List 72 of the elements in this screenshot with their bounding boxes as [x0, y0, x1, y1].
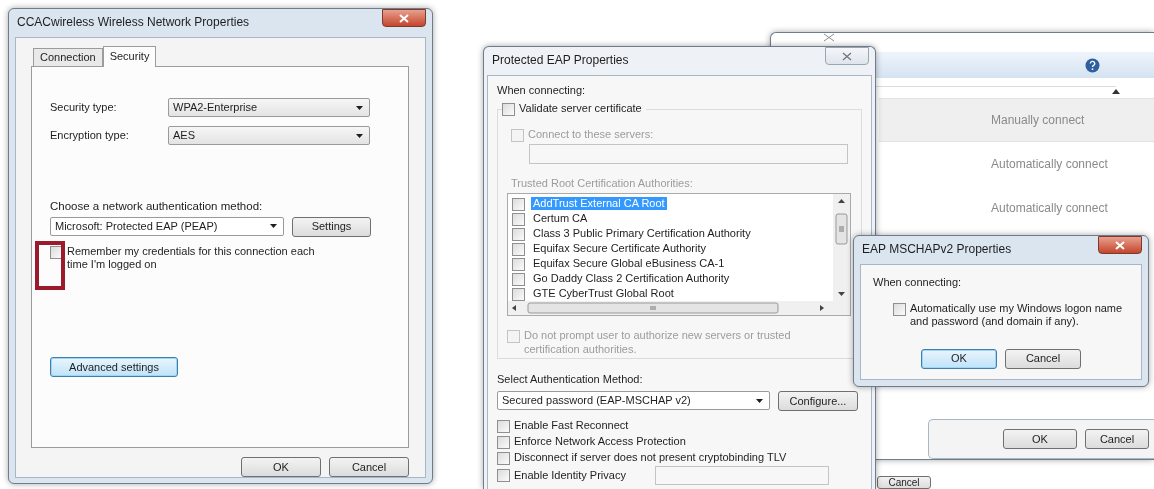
dialog-button[interactable]: Advanced settings: [50, 357, 178, 378]
connection-status: Manually connect: [991, 112, 1085, 128]
dropdown-arrow-icon: [270, 224, 277, 229]
dropdown[interactable]: WPA2-Enterprise: [168, 98, 370, 117]
checkbox[interactable]: [512, 272, 525, 286]
dialog-button[interactable]: OK: [241, 457, 321, 477]
network-row[interactable]: Automatically connect: [879, 186, 1154, 230]
checkbox-label: Validate server certificate: [519, 102, 642, 116]
configure-button[interactable]: Configure...: [778, 391, 858, 412]
tab[interactable]: Connection: [33, 48, 103, 66]
dialog-button[interactable]: Cancel: [1085, 429, 1149, 449]
field-label: Security type:: [50, 100, 118, 115]
dropdown-arrow-icon: [356, 133, 363, 138]
checkbox-label: Remember my credentials for this connection each time I'm logged on: [67, 244, 316, 272]
dialog-button[interactable]: Cancel: [1005, 348, 1081, 369]
window-title: CCACwireless Wireless Network Properties: [17, 15, 250, 30]
collapse-caret-icon: [1112, 89, 1120, 94]
checkbox[interactable]: [893, 303, 906, 317]
tab[interactable]: Security: [102, 46, 157, 67]
window-title: EAP MSCHAPv2 Properties: [862, 242, 1012, 257]
dropdown-arrow-icon: [356, 105, 363, 110]
list-item[interactable]: Equifax Secure Global eBusiness CA-1: [533, 257, 725, 271]
dialog-button[interactable]: OK: [1003, 429, 1077, 449]
dropdown[interactable]: Secured password (EAP-MSCHAP v2): [497, 391, 770, 411]
checkbox-label: Connect to these servers:: [528, 128, 654, 142]
list-item[interactable]: GTE CyberTrust Global Root: [533, 287, 674, 301]
checkbox-label: Enforce Network Access Protection: [514, 435, 686, 449]
checkbox[interactable]: [502, 103, 515, 117]
checkbox[interactable]: [512, 212, 525, 226]
field-label: Encryption type:: [50, 128, 130, 143]
list-item[interactable]: Certum CA: [533, 212, 588, 226]
checkbox-label: Disconnect if server does not present cryptobinding TLV: [514, 451, 787, 465]
dropdown[interactable]: Microsoft: Protected EAP (PEAP): [50, 216, 284, 236]
list-item[interactable]: Go Daddy Class 2 Certification Authority: [533, 272, 730, 286]
dropdown-arrow-icon: [756, 398, 763, 403]
section-label: When connecting:: [497, 84, 587, 98]
connection-status: Automatically connect: [991, 156, 1108, 172]
section-label: Choose a network authentication method:: [50, 200, 264, 214]
checkbox-label: Do not prompt user to authorize new servers or trusted certification authorities.: [524, 329, 792, 356]
dialog-button[interactable]: Cancel: [329, 457, 409, 477]
checkbox-label: Enable Identity Privacy: [514, 468, 626, 482]
checkbox[interactable]: [497, 469, 510, 483]
section-label: When connecting:: [873, 276, 963, 290]
close-icon: [823, 33, 835, 42]
checkbox-label: Automatically use my Windows logon name and password (and domain if any).: [910, 302, 1124, 329]
window-title: Protected EAP Properties: [492, 53, 629, 68]
dialog-button[interactable]: Cancel: [877, 476, 931, 489]
checkbox[interactable]: [512, 227, 525, 241]
close-button[interactable]: [1098, 236, 1142, 254]
list-item[interactable]: Class 3 Public Primary Certification Authority: [533, 227, 751, 241]
checkbox[interactable]: [497, 436, 510, 450]
connection-status: Automatically connect: [991, 200, 1108, 216]
dropdown[interactable]: AES: [168, 126, 370, 145]
checkbox[interactable]: [512, 257, 525, 271]
checkbox-label: Enable Fast Reconnect: [514, 419, 629, 433]
close-icon: [842, 51, 852, 61]
close-icon: [399, 13, 409, 23]
close-button[interactable]: [382, 9, 426, 27]
list-item[interactable]: Equifax Secure Certificate Authority: [533, 242, 707, 256]
checkbox[interactable]: [497, 420, 510, 434]
network-row[interactable]: Automatically connect: [879, 142, 1154, 186]
checkbox[interactable]: [497, 452, 510, 466]
close-icon: [1115, 240, 1125, 250]
help-icon: [1085, 57, 1100, 73]
section-label: Select Authentication Method:: [497, 373, 644, 387]
checkbox[interactable]: [512, 197, 525, 211]
section-label: Trusted Root Certification Authorities:: [511, 177, 694, 191]
identity-field[interactable]: [654, 465, 829, 485]
checkbox[interactable]: [512, 242, 525, 256]
dialog-button[interactable]: Settings: [292, 216, 371, 237]
checkbox[interactable]: [512, 287, 525, 301]
dialog-button[interactable]: OK: [921, 348, 997, 369]
